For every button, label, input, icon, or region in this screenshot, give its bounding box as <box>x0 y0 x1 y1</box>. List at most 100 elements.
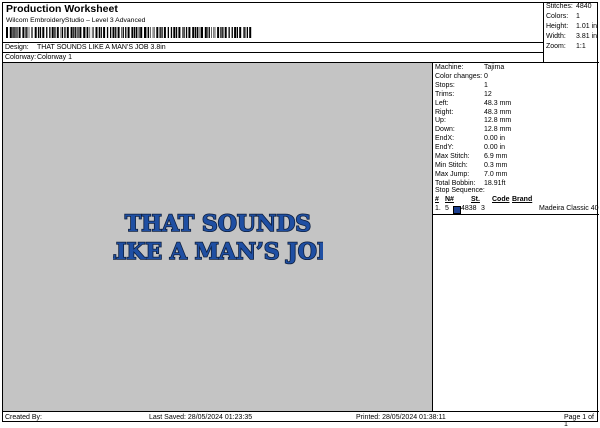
barcode-bar <box>134 27 136 38</box>
machine-info-row: Min Stitch: 0.3 mm <box>435 162 595 171</box>
stat-label: Zoom: <box>546 43 566 50</box>
info-label: Total Bobbin: <box>435 179 476 187</box>
details-panel: Machine: Tajima Color changes: 0 Stops: 1 Trim… <box>433 62 599 411</box>
header: Production Worksheet Wilcom EmbroiderySt… <box>3 3 544 62</box>
printed-date: Printed: 28/05/2024 01:38:11 <box>356 414 446 421</box>
info-value: 18.91ft <box>484 179 506 187</box>
divider <box>433 214 599 215</box>
info-label: Up: <box>435 117 446 125</box>
stats-panel: Stitches: 4840 Colors: 1 Height: 1.01 in Wi… <box>544 3 599 62</box>
barcode-bar <box>161 27 163 38</box>
barcode-bar <box>153 27 155 38</box>
page-number: Page 1 of 1 <box>564 414 594 428</box>
machine-info-row: EndY: 0.00 in <box>435 144 595 153</box>
design-name: THAT SOUNDS LIKE A MAN'S JOB 3.8in <box>37 44 166 51</box>
info-label: Left: <box>435 99 449 107</box>
barcode-bar <box>83 27 86 38</box>
barcode-bar <box>91 27 93 38</box>
barcode-bar <box>150 27 151 38</box>
barcode-bar <box>224 27 227 38</box>
barcode-bar <box>54 27 56 38</box>
design-label: Design: <box>5 44 29 51</box>
machine-info-row: Max Stitch: 6.9 mm <box>435 153 595 162</box>
stat-colors: Colors: 1 <box>546 13 599 23</box>
barcode-bar <box>46 27 48 38</box>
barcode-bar <box>234 27 237 38</box>
barcode-bar <box>51 27 54 38</box>
color-swatch <box>453 206 461 214</box>
barcode-bar <box>236 27 238 38</box>
machine-info-row: EndX: 0.00 in <box>435 135 595 144</box>
barcode-bar <box>22 27 25 38</box>
barcode-bar <box>110 27 112 38</box>
info-label: Machine: <box>435 64 464 71</box>
barcode-bar <box>70 27 73 38</box>
machine-info-row: Left: 48.3 mm <box>435 100 595 109</box>
barcode-bar <box>93 27 94 38</box>
embroidery-artwork: THAT SOUNDS LIKE A MAN’S JOB <box>113 210 323 266</box>
barcode-bar <box>12 27 14 38</box>
barcode-bar <box>85 27 87 38</box>
barcode-bar <box>192 27 195 38</box>
barcode-bar <box>60 27 62 38</box>
barcode-bar <box>17 27 18 38</box>
col-header: Brand <box>512 196 533 203</box>
barcode-bar <box>188 27 191 38</box>
info-label: Trims: <box>435 90 455 98</box>
barcode-bar <box>42 27 45 38</box>
info-value: 7.0 mm <box>484 170 508 178</box>
info-value: 0.00 in <box>484 135 506 143</box>
barcode-bar <box>135 27 138 38</box>
stat-zoom: Zoom: 1:1 <box>546 43 599 53</box>
barcode-bar <box>182 27 183 38</box>
software-subtitle: Wilcom EmbroideryStudio – Level 3 Advanc… <box>6 17 146 24</box>
barcode-bar <box>249 27 252 38</box>
barcode-bar <box>167 27 169 38</box>
barcode-bar <box>26 27 28 38</box>
info-value: 1 <box>484 81 488 89</box>
barcode-bar <box>199 27 201 38</box>
barcode-bar <box>222 27 224 38</box>
barcode-bar <box>56 27 59 38</box>
machine-info-row: Machine: Tajima <box>435 64 595 73</box>
info-value: 48.3 mm <box>484 99 512 107</box>
barcode-bar <box>217 27 220 38</box>
barcode-bar <box>220 27 222 38</box>
barcode-bar <box>144 27 146 38</box>
cell-code: 3 <box>481 205 485 212</box>
info-value: 0.00 in <box>484 144 506 152</box>
stop-sequence-header: # N# St. Code Brand <box>433 196 599 205</box>
colorway-row: Colorway: Colorway 1 <box>3 52 544 62</box>
barcode-bar <box>87 27 89 38</box>
col-header: # <box>435 196 439 203</box>
info-label: Stops: <box>435 81 455 89</box>
cell-stitches: 4838 <box>461 205 477 212</box>
machine-info-row: Stops: 1 <box>435 82 595 91</box>
barcode-bar <box>146 27 148 38</box>
barcode-bar <box>178 27 181 38</box>
barcode-bar <box>25 27 26 38</box>
stat-stitches: Stitches: 4840 <box>546 3 599 13</box>
machine-info-row: Trims: 12 <box>435 91 595 100</box>
info-label: EndY: <box>435 144 454 152</box>
stat-label: Stitches: <box>546 3 573 10</box>
barcode-bar <box>137 27 139 38</box>
barcode-bar <box>28 27 30 38</box>
barcode-bar <box>34 27 37 38</box>
stat-height: Height: 1.01 in <box>546 23 599 33</box>
colorway-name: Colorway 1 <box>37 54 73 61</box>
machine-info-row: Up: 12.8 mm <box>435 117 595 126</box>
barcode-bar <box>239 27 242 38</box>
info-label: Right: <box>435 108 454 116</box>
stat-label: Colors: <box>546 13 569 20</box>
barcode-bar <box>213 27 215 38</box>
info-label: Max Jump: <box>435 170 470 178</box>
barcode-bar <box>170 27 173 38</box>
barcode-bar <box>201 27 203 38</box>
barcode-bar <box>115 27 117 38</box>
barcode-bar <box>98 27 100 38</box>
barcode-bar <box>140 27 143 38</box>
barcode-bar <box>79 27 82 38</box>
barcode-bar <box>75 27 77 38</box>
info-label: Min Stitch: <box>435 161 468 169</box>
